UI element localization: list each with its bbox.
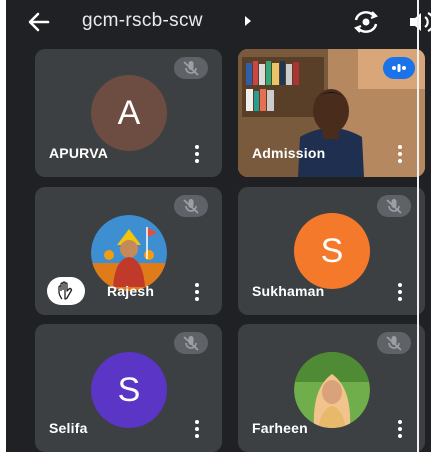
avatar: S — [294, 213, 370, 289]
participant-tile[interactable]: A APURVA — [35, 49, 222, 177]
back-arrow-icon[interactable] — [22, 6, 56, 38]
more-vert-icon[interactable] — [194, 145, 200, 163]
participant-name: Farheen — [252, 420, 308, 436]
switch-camera-icon[interactable] — [350, 7, 382, 37]
avatar: A — [91, 75, 167, 151]
more-vert-icon[interactable] — [397, 420, 403, 438]
mic-off-icon — [174, 332, 208, 354]
meet-screen: gcm-rscb-scw A APURVA Admission Rajesh S… — [6, 0, 431, 452]
speaking-indicator-icon — [383, 57, 415, 79]
participant-tile[interactable]: Admission — [238, 49, 425, 177]
avatar — [91, 215, 167, 291]
mic-off-icon — [377, 195, 411, 217]
more-vert-icon[interactable] — [194, 283, 200, 301]
participant-name: Sukhaman — [252, 283, 325, 299]
speaker-icon[interactable] — [408, 8, 431, 36]
more-vert-icon[interactable] — [397, 145, 403, 163]
mic-off-icon — [377, 332, 411, 354]
overlay-divider-line — [417, 0, 419, 452]
top-bar: gcm-rscb-scw — [6, 0, 431, 44]
avatar — [294, 352, 370, 428]
avatar: S — [91, 352, 167, 428]
participant-name: Selifa — [49, 420, 88, 436]
participant-tile[interactable]: S Sukhaman — [238, 187, 425, 315]
participant-tile[interactable]: Farheen — [238, 324, 425, 452]
more-vert-icon[interactable] — [397, 283, 403, 301]
mic-off-icon — [174, 195, 208, 217]
meeting-code[interactable]: gcm-rscb-scw — [82, 10, 203, 32]
participant-name: Admission — [252, 145, 326, 161]
caret-right-icon[interactable] — [243, 14, 253, 28]
raised-hand-icon[interactable] — [47, 277, 85, 305]
more-vert-icon[interactable] — [194, 420, 200, 438]
mic-off-icon — [174, 57, 208, 79]
participant-name: APURVA — [49, 145, 109, 161]
participant-name: Rajesh — [107, 283, 155, 299]
participant-tile[interactable]: Rajesh — [35, 187, 222, 315]
participant-tile[interactable]: S Selifa — [35, 324, 222, 452]
